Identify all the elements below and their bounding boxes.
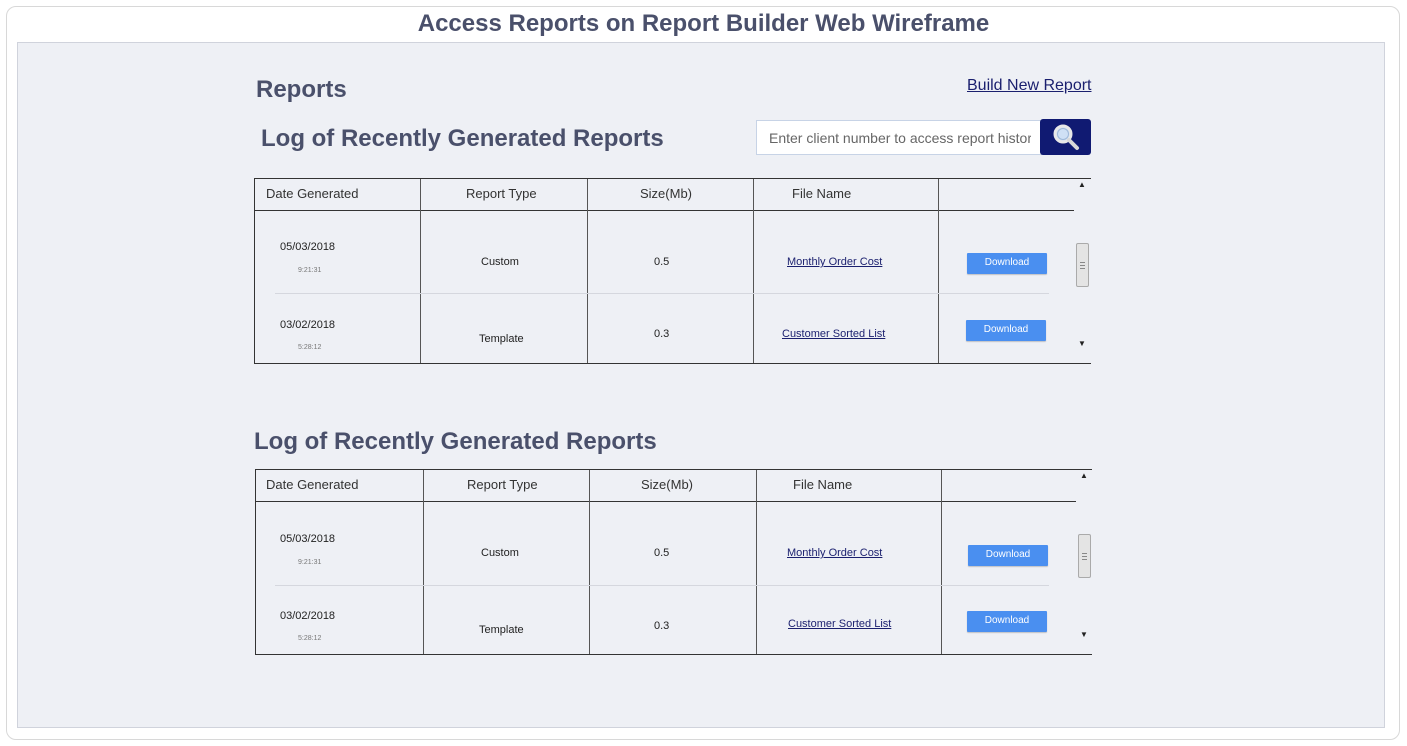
row-report-type: Template — [479, 624, 524, 636]
row-separator — [275, 585, 1049, 586]
col-size: Size(Mb) — [640, 186, 693, 201]
table-header: Date Generated Report Type Size(Mb) File… — [255, 179, 1075, 211]
row-report-type: Custom — [481, 547, 519, 559]
row-date: 03/02/2018 — [280, 610, 336, 622]
page-title: Access Reports on Report Builder Web Wir… — [417, 10, 990, 37]
column-divider — [753, 179, 754, 363]
row-time: 9:21:31 — [298, 267, 322, 274]
download-button[interactable]: Download — [966, 320, 1046, 341]
column-divider — [423, 470, 424, 654]
download-button[interactable]: Download — [968, 545, 1048, 566]
row-date: 05/03/2018 — [280, 241, 336, 253]
row-report-type: Custom — [481, 256, 519, 268]
col-file-name: File Name — [792, 186, 852, 201]
col-date-generated: Date Generated — [266, 186, 359, 201]
row-file-link[interactable]: Monthly Order Cost — [787, 547, 882, 559]
col-size: Size(Mb) — [641, 477, 694, 492]
column-divider — [589, 470, 590, 654]
log-heading-2: Log of Recently Generated Reports — [254, 428, 657, 455]
row-report-type: Template — [479, 333, 524, 345]
col-file-name: File Name — [793, 477, 853, 492]
row-time: 5:28:12 — [298, 344, 322, 351]
scroll-thumb[interactable] — [1078, 534, 1091, 578]
row-file-link[interactable]: Customer Sorted List — [788, 618, 891, 630]
row-date: 03/02/2018 — [280, 319, 336, 331]
table-scrollbar[interactable]: ▲ ▼ — [1074, 179, 1090, 355]
col-report-type: Report Type — [466, 186, 537, 201]
row-size: 0.5 — [654, 256, 670, 268]
scroll-up-arrow-icon[interactable]: ▲ — [1074, 179, 1090, 191]
row-file-link[interactable]: Customer Sorted List — [782, 328, 885, 340]
column-divider — [756, 470, 757, 654]
row-size: 0.5 — [654, 547, 670, 559]
row-time: 9:21:31 — [298, 559, 322, 566]
column-divider — [420, 179, 421, 363]
scroll-thumb[interactable] — [1076, 243, 1089, 287]
table-header: Date Generated Report Type Size(Mb) File… — [256, 470, 1076, 502]
row-size: 0.3 — [654, 328, 670, 340]
row-date: 05/03/2018 — [280, 533, 336, 545]
col-report-type: Report Type — [467, 477, 538, 492]
scroll-down-arrow-icon[interactable]: ▼ — [1076, 629, 1092, 641]
col-date-generated: Date Generated — [266, 477, 359, 492]
row-time: 5:28:12 — [298, 635, 322, 642]
download-button[interactable]: Download — [967, 253, 1047, 274]
row-size: 0.3 — [654, 620, 670, 632]
reports-table-1: Date Generated Report Type Size(Mb) File… — [254, 178, 1091, 364]
column-divider — [941, 470, 942, 654]
client-number-search-input[interactable] — [756, 120, 1044, 155]
reports-heading: Reports — [256, 76, 347, 103]
search-button[interactable] — [1040, 119, 1091, 155]
build-new-report-link[interactable]: Build New Report — [967, 77, 1092, 95]
download-button[interactable]: Download — [967, 611, 1047, 632]
row-file-link[interactable]: Monthly Order Cost — [787, 256, 882, 268]
table-scrollbar[interactable]: ▲ ▼ — [1076, 470, 1092, 646]
row-separator — [275, 293, 1049, 294]
reports-table-2: Date Generated Report Type Size(Mb) File… — [255, 469, 1092, 655]
scroll-up-arrow-icon[interactable]: ▲ — [1076, 470, 1092, 482]
magnifier-icon — [1053, 124, 1079, 150]
scroll-down-arrow-icon[interactable]: ▼ — [1074, 338, 1090, 350]
column-divider — [587, 179, 588, 363]
log-heading-1: Log of Recently Generated Reports — [261, 125, 664, 152]
column-divider — [938, 179, 939, 363]
